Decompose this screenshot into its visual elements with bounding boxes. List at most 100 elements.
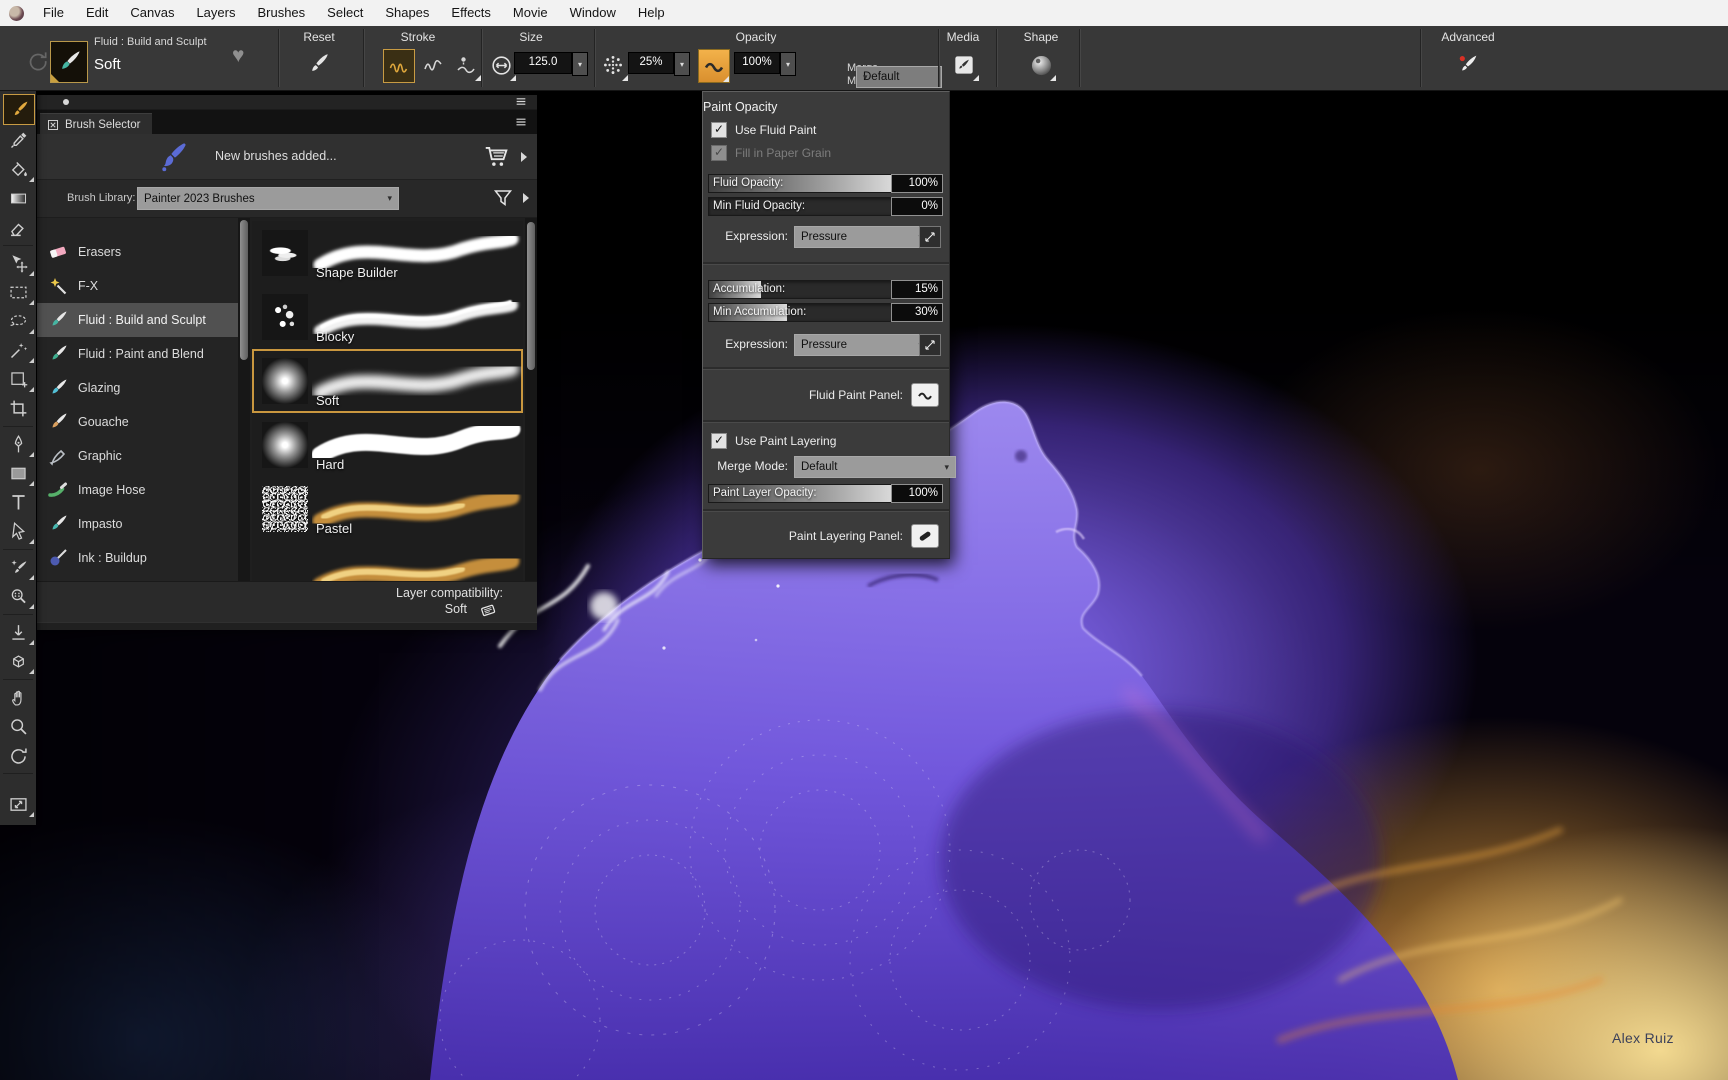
tool-grabber-hand[interactable] bbox=[0, 683, 36, 712]
restore-default-variant-icon[interactable] bbox=[24, 47, 50, 73]
brush-library-dropdown[interactable]: Painter 2023 Brushes▾ bbox=[137, 187, 399, 210]
accumulation-value[interactable]: 15% bbox=[891, 280, 943, 299]
tool-brush[interactable] bbox=[3, 94, 35, 125]
brush-variant-blocky[interactable]: Blocky bbox=[252, 285, 523, 349]
menu-layers[interactable]: Layers bbox=[185, 0, 246, 26]
grain-icon[interactable] bbox=[598, 49, 628, 81]
menu-movie[interactable]: Movie bbox=[502, 0, 559, 26]
size-dropdown-arrow[interactable]: ▾ bbox=[572, 52, 588, 76]
brush-category-fluid-paint-and-blend[interactable]: Fluid : Paint and Blend bbox=[37, 337, 238, 371]
new-brushes-banner[interactable]: New brushes added... bbox=[37, 134, 537, 180]
brush-category-f-x[interactable]: F-X bbox=[37, 269, 238, 303]
palette-menu-icon[interactable] bbox=[512, 95, 532, 109]
expression-invert-icon[interactable] bbox=[919, 334, 941, 356]
tool-rect-shape[interactable] bbox=[0, 459, 36, 488]
straight-line-stroke-button[interactable] bbox=[418, 49, 448, 81]
reset-brush-button[interactable] bbox=[305, 51, 331, 77]
tool-fx-brush[interactable] bbox=[0, 553, 36, 582]
brush-variant-partial[interactable] bbox=[252, 541, 523, 581]
brush-variant-pastel[interactable]: Pastel bbox=[252, 477, 523, 541]
filter-flyout-arrow-icon[interactable] bbox=[523, 193, 529, 203]
tool-text[interactable] bbox=[0, 488, 36, 517]
tool-pen[interactable] bbox=[0, 430, 36, 459]
merge-mode-dropdown[interactable]: Default▾ bbox=[856, 66, 942, 88]
menu-shapes[interactable]: Shapes bbox=[374, 0, 440, 26]
brush-preview-tile[interactable] bbox=[50, 41, 88, 83]
panel-resize-strip[interactable] bbox=[37, 622, 537, 630]
min-accumulation-value[interactable]: 30% bbox=[891, 303, 943, 322]
paint-layer-opacity-value[interactable]: 100% bbox=[891, 484, 943, 503]
freehand-stroke-button[interactable] bbox=[383, 49, 415, 83]
brush-category-graphic[interactable]: Graphic bbox=[37, 439, 238, 473]
brush-category-ink-buildup[interactable]: Ink : Buildup bbox=[37, 541, 238, 575]
accumulation-slider[interactable]: Accumulation: bbox=[708, 280, 896, 299]
fill-in-paper-grain-checkbox[interactable]: ✓Fill in Paper Grain bbox=[703, 145, 949, 161]
expression-dropdown-1[interactable]: Pressure▾ bbox=[794, 226, 930, 248]
brush-variant-hard[interactable]: Hard bbox=[252, 413, 523, 477]
checkbox-box[interactable]: ✓ bbox=[711, 433, 727, 449]
fluid-opacity-value[interactable]: 100% bbox=[891, 174, 943, 193]
brush-variant-shape-builder[interactable]: Shape Builder bbox=[252, 221, 523, 285]
favorite-heart-icon[interactable]: ♥ bbox=[232, 44, 244, 68]
tool-transform[interactable] bbox=[0, 365, 36, 394]
fluid-paint-panel-button[interactable] bbox=[911, 383, 939, 407]
opacity-dropdown-arrow[interactable]: ▾ bbox=[780, 52, 796, 76]
tool-shape-select[interactable] bbox=[0, 517, 36, 546]
size-icon[interactable] bbox=[486, 49, 516, 81]
tool-lasso[interactable] bbox=[0, 307, 36, 336]
menu-select[interactable]: Select bbox=[316, 0, 374, 26]
brush-category-impasto[interactable]: Impasto bbox=[37, 507, 238, 541]
expression-invert-icon[interactable] bbox=[919, 226, 941, 248]
menu-file[interactable]: File bbox=[32, 0, 75, 26]
panel-close-icon[interactable] bbox=[47, 119, 59, 131]
tool-rotate-page[interactable] bbox=[0, 741, 36, 770]
brush-category-image-hose[interactable]: Image Hose bbox=[37, 473, 238, 507]
tool-gradient[interactable] bbox=[0, 184, 36, 213]
size-input[interactable]: 125.0 bbox=[514, 52, 572, 74]
fluid-opacity-slider[interactable]: Fluid Opacity: bbox=[708, 174, 896, 193]
tool-magic-wand[interactable] bbox=[0, 336, 36, 365]
checkbox-box[interactable]: ✓ bbox=[711, 122, 727, 138]
expression-dropdown-2[interactable]: Pressure▾ bbox=[794, 334, 930, 356]
min-fluid-opacity-value[interactable]: 0% bbox=[891, 197, 943, 216]
tab-brush-selector[interactable]: Brush Selector bbox=[40, 113, 152, 135]
variant-scrollbar[interactable] bbox=[525, 218, 537, 581]
grain-input[interactable]: 25% bbox=[628, 52, 674, 74]
menu-canvas[interactable]: Canvas bbox=[119, 0, 185, 26]
tool-dropper[interactable] bbox=[0, 126, 36, 155]
opacity-flyout-button[interactable] bbox=[698, 49, 730, 83]
menu-edit[interactable]: Edit bbox=[75, 0, 119, 26]
tool-rect-select[interactable] bbox=[0, 278, 36, 307]
tool-perspective[interactable] bbox=[0, 647, 36, 676]
filter-funnel-icon[interactable] bbox=[491, 186, 515, 210]
tool-eraser[interactable] bbox=[0, 213, 36, 242]
opacity-input[interactable]: 100% bbox=[734, 52, 780, 74]
brush-category-gouache[interactable]: Gouache bbox=[37, 405, 238, 439]
tool-paint-bucket[interactable] bbox=[0, 155, 36, 184]
palette-drag-bar[interactable] bbox=[37, 95, 537, 110]
checkbox-box[interactable]: ✓ bbox=[711, 145, 727, 161]
shape-flyout-button[interactable] bbox=[1026, 49, 1056, 81]
dab-options-button[interactable] bbox=[451, 49, 481, 81]
tool-crop[interactable] bbox=[0, 394, 36, 423]
tool-mirror-painting[interactable] bbox=[0, 618, 36, 647]
tool-cloner[interactable] bbox=[0, 582, 36, 611]
brush-category-glazing[interactable]: Glazing bbox=[37, 371, 238, 405]
tool-layer-adjuster[interactable] bbox=[0, 249, 36, 278]
panel-options-icon[interactable] bbox=[512, 115, 532, 129]
menu-effects[interactable]: Effects bbox=[440, 0, 502, 26]
use-paint-layering-checkbox[interactable]: ✓Use Paint Layering bbox=[703, 433, 949, 449]
min-fluid-opacity-slider[interactable]: Min Fluid Opacity: bbox=[708, 197, 896, 216]
panel-merge-mode-dropdown[interactable]: Default▾ bbox=[794, 456, 956, 478]
menu-help[interactable]: Help bbox=[627, 0, 676, 26]
brush-store-cart-icon[interactable] bbox=[482, 141, 512, 171]
use-fluid-paint-checkbox[interactable]: ✓Use Fluid Paint bbox=[703, 122, 949, 138]
menu-window[interactable]: Window bbox=[559, 0, 627, 26]
painter-app-icon[interactable] bbox=[9, 6, 24, 21]
tool-canvas-navigator[interactable] bbox=[0, 790, 36, 819]
grain-dropdown-arrow[interactable]: ▾ bbox=[674, 52, 690, 76]
min-accumulation-slider[interactable]: Min Accumulation: bbox=[708, 303, 896, 322]
paint-layer-opacity-slider[interactable]: Paint Layer Opacity: bbox=[708, 484, 896, 503]
paint-layering-panel-button[interactable] bbox=[911, 524, 939, 548]
media-flyout-button[interactable] bbox=[949, 49, 979, 81]
